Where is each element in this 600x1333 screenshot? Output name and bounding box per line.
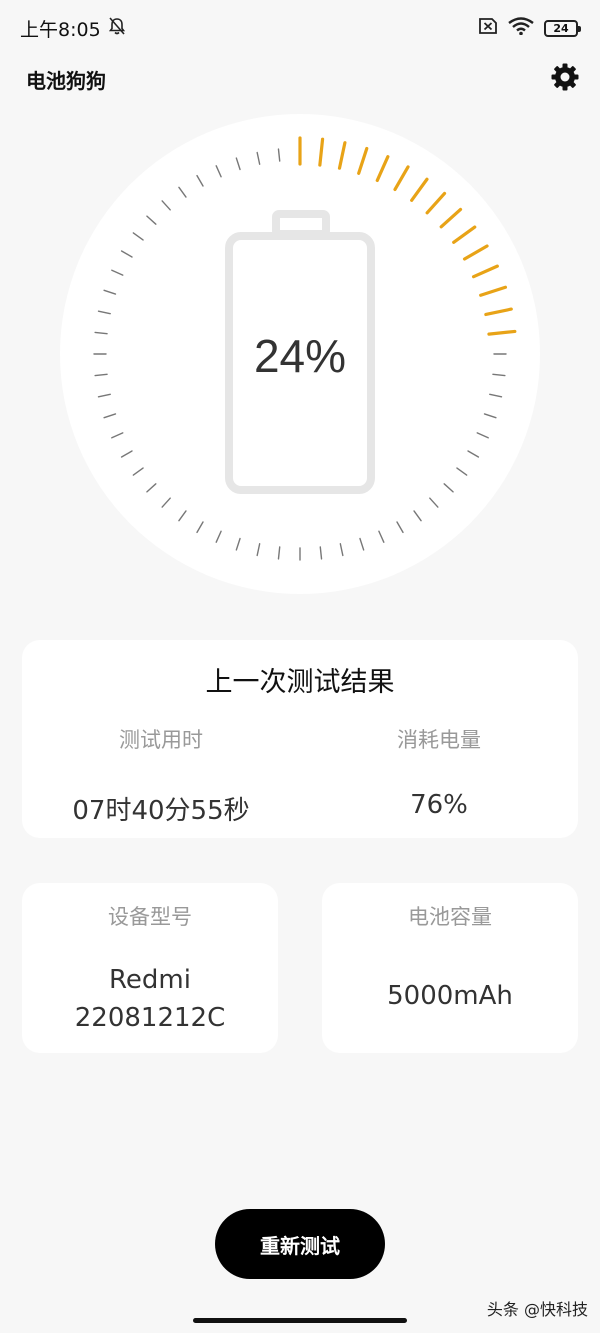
battery-percent: 24%	[254, 330, 346, 382]
sim-off-icon	[476, 17, 498, 39]
consumed-power-label: 消耗电量	[397, 728, 481, 752]
battery-capacity-card: 电池容量 5000mAh	[322, 883, 578, 1053]
device-model-line2: 22081212C	[74, 1003, 226, 1033]
device-model-value: Redmi 22081212C	[22, 961, 278, 1037]
app-title: 电池狗狗	[26, 68, 106, 93]
last-test-title: 上一次测试结果	[205, 667, 395, 698]
battery-icon: 24	[544, 19, 581, 37]
watermark: 头条 @快科技	[486, 1300, 588, 1319]
gear-icon[interactable]	[550, 62, 580, 96]
status-bar: 上午8:05 24	[0, 0, 600, 56]
wifi-icon	[508, 17, 534, 39]
battery-gauge-svg: 24%	[60, 114, 540, 594]
device-model-card: 设备型号 Redmi 22081212C	[22, 883, 278, 1053]
test-duration-label: 测试用时	[119, 728, 203, 752]
status-time: 上午8:05	[20, 18, 101, 41]
test-duration-stat: 测试用时 07时40分55秒	[22, 724, 300, 827]
battery-capacity-label: 电池容量	[408, 905, 492, 929]
device-model-label: 设备型号	[108, 905, 192, 929]
test-duration-value: 07时40分55秒	[72, 796, 250, 826]
battery-capacity-value: 5000mAh	[387, 981, 513, 1011]
device-model-line1: Redmi	[109, 965, 191, 995]
battery-level-text: 24	[553, 21, 569, 35]
home-indicator[interactable]	[193, 1318, 407, 1323]
consumed-power-stat: 消耗电量 76%	[300, 724, 578, 820]
status-left: 上午8:05	[20, 15, 127, 42]
battery-gauge: 24%	[58, 112, 542, 596]
status-right: 24	[476, 17, 581, 39]
retest-button[interactable]: 重新测试	[215, 1209, 385, 1279]
mute-bell-icon	[107, 16, 127, 41]
app-bar: 电池狗狗	[0, 56, 600, 102]
consumed-power-value: 76%	[410, 790, 468, 820]
last-test-card: 上一次测试结果 测试用时 07时40分55秒 消耗电量 76%	[22, 640, 578, 838]
